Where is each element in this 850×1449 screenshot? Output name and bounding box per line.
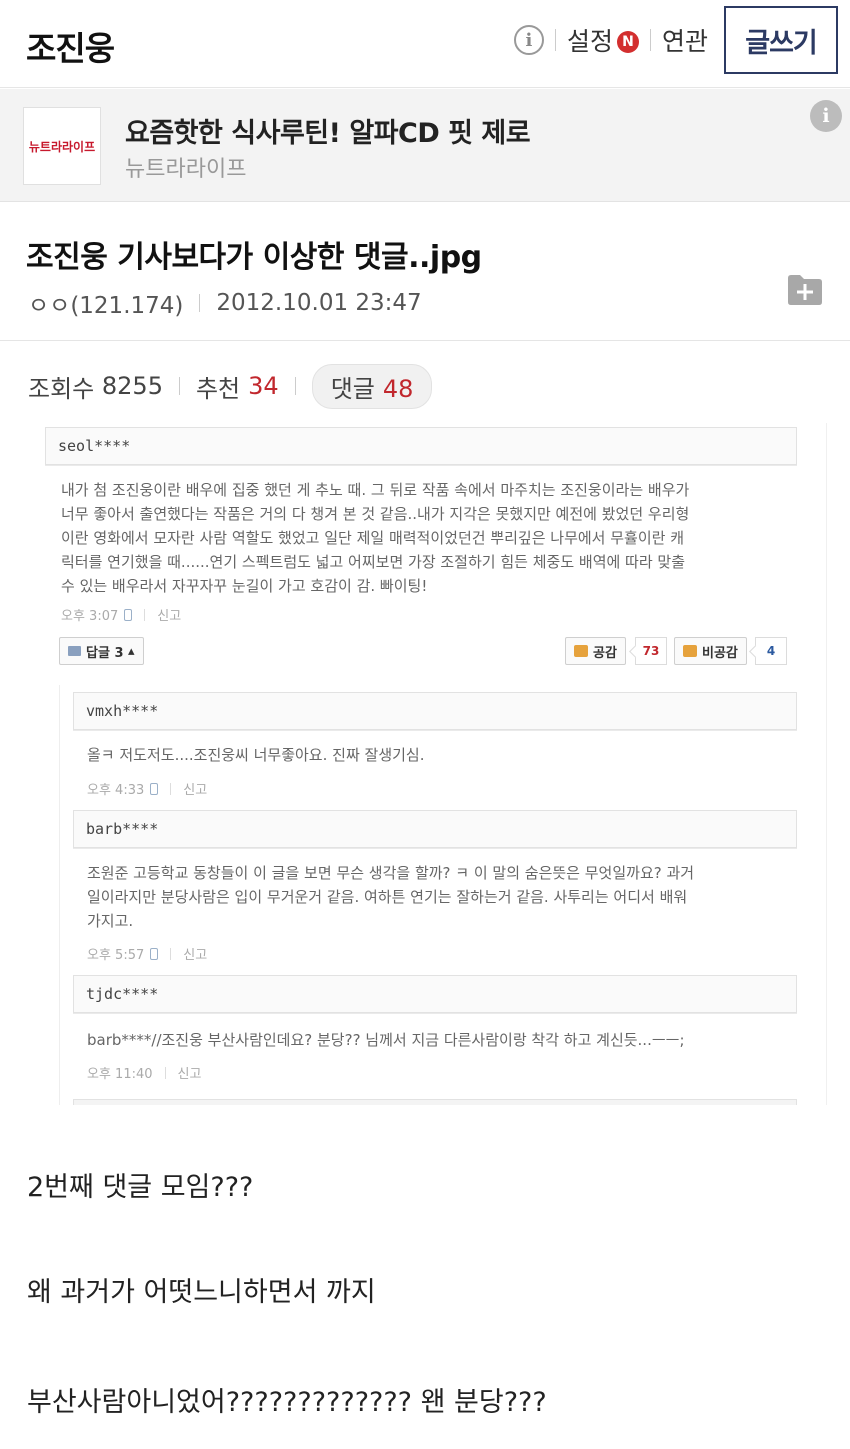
- reply-time: 오후 11:40: [87, 1067, 153, 1082]
- recommend-label: 추천: [195, 374, 241, 403]
- reply-username: tjdc****: [73, 975, 797, 1013]
- gallery-title[interactable]: 조진웅: [26, 22, 115, 70]
- divider: [294, 377, 296, 395]
- section-divider: [0, 340, 850, 341]
- reply-username: vmxh****: [73, 692, 797, 730]
- comment-username: seol****: [45, 427, 797, 465]
- add-folder-icon[interactable]: [786, 272, 824, 306]
- dislike-label: 비공감: [702, 645, 738, 661]
- comment-line: 너무 좋아서 출연했다는 작품은 거의 다 챙겨 본 것 같음..내가 지각은 …: [61, 505, 690, 523]
- like-button: 공감: [565, 637, 626, 665]
- mobile-icon: [150, 782, 159, 795]
- reply-toggle-button: 답글 3 ▴: [59, 637, 144, 665]
- comments-count: 48: [382, 374, 414, 403]
- comment-time: 오후 3:07: [61, 609, 119, 624]
- ad-info-icon[interactable]: i: [810, 100, 842, 132]
- recommend-count: 34: [248, 372, 279, 400]
- speech-bubble-icon: [68, 646, 81, 656]
- comment-body: 내가 첨 조진웅이란 배우에 집중 했던 게 추노 때. 그 뒤로 작품 속에서…: [61, 478, 801, 598]
- thumbs-up-icon: [574, 645, 588, 657]
- thumbs-down-icon: [683, 645, 697, 657]
- divider: [554, 29, 556, 51]
- reply-time: 오후 5:57: [87, 948, 145, 963]
- comment-line: 이란 영화에서 모자란 사람 역할도 했었고 일단 제일 매력적이었던건 뿌리깊…: [61, 529, 685, 547]
- reply-line: 올ㅋ 저도저도....조진웅씨 너무좋아요. 진짜 잘생기심.: [87, 746, 425, 764]
- reply-line: barb****//조진웅 부산사람인데요? 분당?? 님께서 지금 다른사람이…: [87, 1031, 685, 1049]
- dislike-count: 4: [755, 637, 787, 665]
- reply-body: 조원준 고등학교 동창들이 이 글을 보면 무슨 생각을 할까? ㅋ 이 말의 …: [87, 861, 802, 933]
- reply-line: 일이라지만 분당사람은 입이 무거운거 같음. 여하튼 연기는 잘하는거 같음.…: [87, 888, 688, 906]
- reply-meta: 오후 11:40 신고: [87, 1063, 201, 1082]
- report-link: 신고: [183, 783, 208, 798]
- ad-title[interactable]: 요즘핫한 식사루틴! 알파CD 핏 제로: [125, 111, 531, 150]
- reply-meta: 오후 4:33 신고: [87, 779, 207, 798]
- mobile-icon: [124, 608, 133, 621]
- views-count: 8255: [101, 372, 163, 400]
- divider: [170, 947, 172, 960]
- comment-line: 내가 첨 조진웅이란 배우에 집중 했던 게 추노 때. 그 뒤로 작품 속에서…: [61, 481, 690, 499]
- header-actions: i 설정 N 연관 글쓰기: [513, 6, 838, 74]
- reply-meta: 오후 5:57 신고: [87, 944, 207, 963]
- divider: [170, 782, 172, 795]
- reply-body: 올ㅋ 저도저도....조진웅씨 너무좋아요. 진짜 잘생기심.: [87, 743, 802, 767]
- views-label: 조회수: [28, 374, 95, 403]
- reply-line: 가지고.: [87, 912, 134, 930]
- divider: [144, 608, 146, 621]
- mobile-icon: [150, 947, 159, 960]
- next-reply-edge: [73, 1099, 797, 1105]
- settings-label: 설정: [566, 27, 613, 56]
- related-link[interactable]: 연관: [662, 22, 708, 58]
- embedded-comment-screenshot: seol**** 내가 첨 조진웅이란 배우에 집중 했던 게 추노 때. 그 …: [27, 423, 827, 1105]
- reply-body: barb****//조진웅 부산사람인데요? 분당?? 님께서 지금 다른사람이…: [87, 1028, 802, 1052]
- dislike-button: 비공감: [674, 637, 747, 665]
- body-text-line: 왜 과거가 어떳느니하면서 까지: [27, 1277, 376, 1308]
- comments-label: 댓글: [330, 374, 375, 403]
- reply-label: 답글 3: [86, 645, 124, 661]
- reply-time: 오후 4:33: [87, 783, 145, 798]
- post-date: 2012.10.01 23:47: [216, 290, 422, 316]
- comment-line: 수 있는 배우라서 자꾸자꾸 눈길이 가고 호감이 감. 빠이팅!: [61, 577, 428, 595]
- like-label: 공감: [593, 645, 617, 661]
- new-badge: N: [616, 31, 639, 53]
- info-icon[interactable]: i: [513, 25, 544, 55]
- write-button[interactable]: 글쓰기: [724, 6, 838, 74]
- post-stats: 조회수 8255 추천 34 댓글 48: [28, 363, 433, 409]
- settings-link[interactable]: 설정 N: [567, 22, 639, 58]
- report-link: 신고: [183, 948, 208, 963]
- ad-banner[interactable]: 뉴트라라이프 요즘핫한 식사루틴! 알파CD 핏 제로 뉴트라라이프 i: [0, 89, 850, 202]
- divider: [178, 377, 180, 395]
- like-count: 73: [635, 637, 667, 665]
- divider: [199, 294, 201, 312]
- report-link: 신고: [157, 609, 182, 624]
- reply-line: 조원준 고등학교 동창들이 이 글을 보면 무슨 생각을 할까? ㅋ 이 말의 …: [87, 864, 695, 882]
- divider: [164, 1066, 166, 1079]
- reply-username: barb****: [73, 810, 797, 848]
- ad-logo: 뉴트라라이프: [23, 107, 101, 185]
- body-text-line: 2번째 댓글 모임???: [27, 1172, 254, 1203]
- comments-button[interactable]: 댓글 48: [311, 363, 433, 409]
- report-link: 신고: [177, 1067, 202, 1082]
- app-header: 조진웅 i 설정 N 연관 글쓰기: [0, 0, 850, 88]
- post-author[interactable]: ㅇㅇ(121.174): [28, 286, 183, 320]
- comment-line: 릭터를 연기했을 때......연기 스펙트럼도 넓고 어찌보면 가장 조절하기…: [61, 553, 686, 571]
- divider: [649, 29, 651, 51]
- comment-meta: 오후 3:07 신고: [61, 605, 181, 624]
- ad-brand: 뉴트라라이프: [125, 157, 247, 182]
- body-text-line: 부산사람아니었어????????????? 왠 분당???: [27, 1387, 547, 1418]
- post-meta: ㅇㅇ(121.174) 2012.10.01 23:47: [28, 286, 422, 320]
- post-title: 조진웅 기사보다가 이상한 댓글..jpg: [26, 240, 482, 275]
